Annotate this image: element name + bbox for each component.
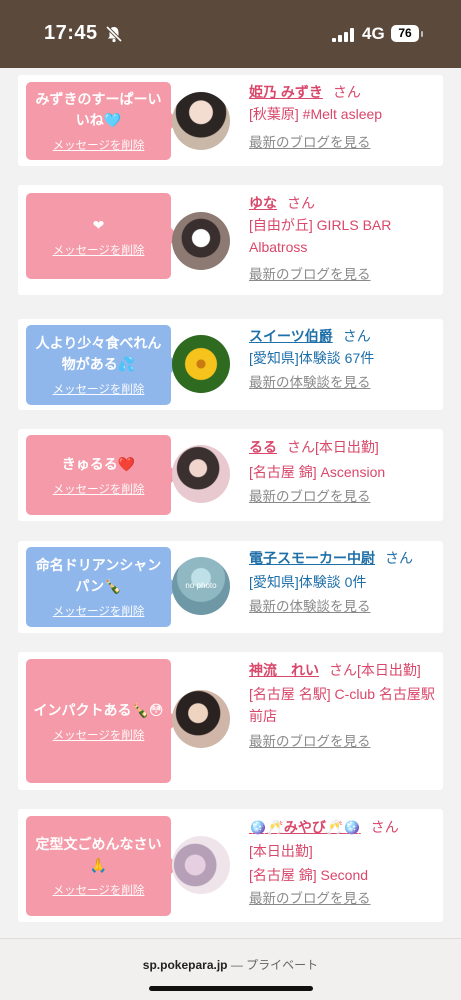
latest-blog-link[interactable]: 最新のブログを見る bbox=[249, 731, 439, 753]
delete-message-link[interactable]: メッセージを削除 bbox=[53, 381, 145, 397]
shop-info: [名古屋 錦] Second bbox=[249, 867, 369, 883]
private-mode-label: プライベート bbox=[246, 958, 319, 972]
shop-info: [名古屋 名駅] C-club 名古屋駅前店 bbox=[249, 686, 435, 724]
message-bubble: みずきのすーぱーいいね🩵 メッセージを削除 bbox=[26, 82, 179, 160]
profile-name-link[interactable]: スイーツ伯爵 bbox=[249, 328, 333, 344]
domain-text: sp.pokepara.jp bbox=[142, 958, 228, 972]
profile-info: 神流 れい さん[本日出勤] [名古屋 名駅] C-club 名古屋駅前店 最新の… bbox=[249, 659, 439, 753]
profile-name-link[interactable]: るる bbox=[249, 439, 277, 455]
network-type: 4G bbox=[362, 24, 385, 43]
delete-message-link[interactable]: メッセージを削除 bbox=[53, 727, 145, 743]
message-text: インパクトある🍾😳 bbox=[33, 701, 164, 718]
avatar[interactable] bbox=[172, 335, 230, 393]
review-count: [愛知県]体験談 0件 bbox=[249, 574, 367, 590]
avatar[interactable] bbox=[172, 445, 230, 503]
profile-name-link[interactable]: 姫乃 みずき bbox=[249, 84, 323, 100]
honorific: さん bbox=[342, 328, 371, 344]
delete-message-link[interactable]: メッセージを削除 bbox=[53, 242, 145, 258]
list-item: 人より少々食べれん物がある💦 メッセージを削除 スイーツ伯爵 さん [愛知県]体験… bbox=[18, 319, 443, 410]
message-text: 命名ドリアンシャンパン🍾 bbox=[35, 557, 162, 594]
profile-info: スイーツ伯爵 さん [愛知県]体験談 67件 最新の体験談を見る bbox=[249, 325, 439, 394]
shop-info: [秋葉原] #Melt asleep bbox=[249, 106, 383, 122]
battery-tip bbox=[421, 31, 423, 37]
profile-name-link[interactable]: 電子スモーカー中尉 bbox=[249, 550, 375, 566]
delete-message-link[interactable]: メッセージを削除 bbox=[53, 603, 145, 619]
honorific: さん bbox=[329, 662, 357, 678]
profile-info: 姫乃 みずき さん [秋葉原] #Melt asleep 最新のブログを見る bbox=[249, 81, 439, 154]
message-bubble: 人より少々食べれん物がある💦 メッセージを削除 bbox=[26, 325, 179, 405]
attendance-badge: [本日出勤] bbox=[315, 439, 379, 455]
signal-icon bbox=[332, 28, 354, 42]
delete-message-link[interactable]: メッセージを削除 bbox=[53, 481, 145, 497]
message-bubble: インパクトある🍾😳 メッセージを削除 bbox=[26, 659, 179, 783]
profile-info: 電子スモーカー中尉 さん [愛知県]体験談 0件 最新の体験談を見る bbox=[249, 547, 439, 618]
avatar-placeholder[interactable]: no photo bbox=[172, 557, 230, 615]
status-time: 17:45 bbox=[44, 22, 98, 44]
honorific: さん bbox=[287, 195, 315, 211]
battery-icon: 76 bbox=[391, 25, 419, 42]
honorific: さん bbox=[370, 819, 399, 835]
address-text: sp.pokepara.jp — プライベート bbox=[0, 956, 461, 973]
list-item: みずきのすーぱーいいね🩵 メッセージを削除 姫乃 みずき さん [秋葉原] #Me… bbox=[18, 75, 443, 166]
profile-info: るる さん[本日出勤] [名古屋 錦] Ascension 最新のブログを見る bbox=[249, 436, 439, 508]
latest-blog-link[interactable]: 最新のブログを見る bbox=[249, 264, 439, 286]
profile-name-link[interactable]: ゆな bbox=[249, 195, 277, 211]
latest-review-link[interactable]: 最新の体験談を見る bbox=[249, 372, 439, 394]
profile-info: ゆな さん [自由が丘] GIRLS BAR Albatross 最新のブログを見… bbox=[249, 192, 439, 286]
list-item: インパクトある🍾😳 メッセージを削除 神流 れい さん[本日出勤] [名古屋 名駅… bbox=[18, 652, 443, 790]
message-text: 定型文ごめんなさい🙏 bbox=[35, 836, 162, 873]
delete-message-link[interactable]: メッセージを削除 bbox=[53, 882, 145, 898]
profile-name-link[interactable]: 🪩🥂みやび🥂🪩 bbox=[249, 819, 361, 835]
honorific: さん bbox=[287, 439, 315, 455]
profile-name-link[interactable]: 神流 れい bbox=[249, 662, 319, 678]
shop-info: [名古屋 錦] Ascension bbox=[249, 464, 386, 480]
attendance-badge: [本日出勤] bbox=[357, 662, 421, 678]
message-text: きゅるる❤️ bbox=[61, 455, 136, 472]
profile-info: 🪩🥂みやび🥂🪩 さん [本日出勤] [名古屋 錦] Second 最新のブログを見… bbox=[249, 816, 439, 910]
message-text: ❤︎ bbox=[92, 216, 105, 233]
avatar[interactable] bbox=[172, 92, 230, 150]
message-bubble: きゅるる❤️ メッセージを削除 bbox=[26, 435, 179, 515]
avatar[interactable] bbox=[172, 836, 230, 894]
message-bubble: 定型文ごめんなさい🙏 メッセージを削除 bbox=[26, 816, 179, 916]
bell-muted-icon bbox=[105, 25, 123, 43]
message-list[interactable]: みずきのすーぱーいいね🩵 メッセージを削除 姫乃 みずき さん [秋葉原] #Me… bbox=[0, 68, 461, 938]
list-item: 定型文ごめんなさい🙏 メッセージを削除 🪩🥂みやび🥂🪩 さん [本日出勤] [名古… bbox=[18, 809, 443, 922]
message-text: みずきのすーぱーいいね🩵 bbox=[35, 91, 162, 128]
message-bubble: ❤︎ メッセージを削除 bbox=[26, 193, 179, 279]
shop-info: [自由が丘] GIRLS BAR Albatross bbox=[249, 217, 392, 255]
home-indicator[interactable] bbox=[149, 986, 313, 991]
list-item: きゅるる❤️ メッセージを削除 るる さん[本日出勤] [名古屋 錦] Ascen… bbox=[18, 429, 443, 521]
message-bubble: 命名ドリアンシャンパン🍾 メッセージを削除 bbox=[26, 547, 179, 627]
separator: — bbox=[227, 958, 247, 972]
attendance-badge: [本日出勤] bbox=[249, 843, 313, 859]
list-item: ❤︎ メッセージを削除 ゆな さん [自由が丘] GIRLS BAR Albatr… bbox=[18, 185, 443, 295]
avatar[interactable] bbox=[172, 690, 230, 748]
avatar[interactable] bbox=[172, 212, 230, 270]
list-item: 命名ドリアンシャンパン🍾 メッセージを削除 no photo 電子スモーカー中尉… bbox=[18, 541, 443, 633]
latest-blog-link[interactable]: 最新のブログを見る bbox=[249, 132, 439, 154]
honorific: さん bbox=[385, 550, 413, 566]
review-count: [愛知県]体験談 67件 bbox=[249, 350, 375, 366]
status-bar: 17:45 4G 76 bbox=[0, 0, 461, 68]
message-text: 人より少々食べれん物がある💦 bbox=[35, 335, 162, 372]
latest-blog-link[interactable]: 最新のブログを見る bbox=[249, 486, 439, 508]
latest-review-link[interactable]: 最新の体験談を見る bbox=[249, 596, 439, 618]
latest-blog-link[interactable]: 最新のブログを見る bbox=[249, 888, 439, 910]
delete-message-link[interactable]: メッセージを削除 bbox=[53, 137, 145, 153]
honorific: さん bbox=[332, 84, 361, 100]
